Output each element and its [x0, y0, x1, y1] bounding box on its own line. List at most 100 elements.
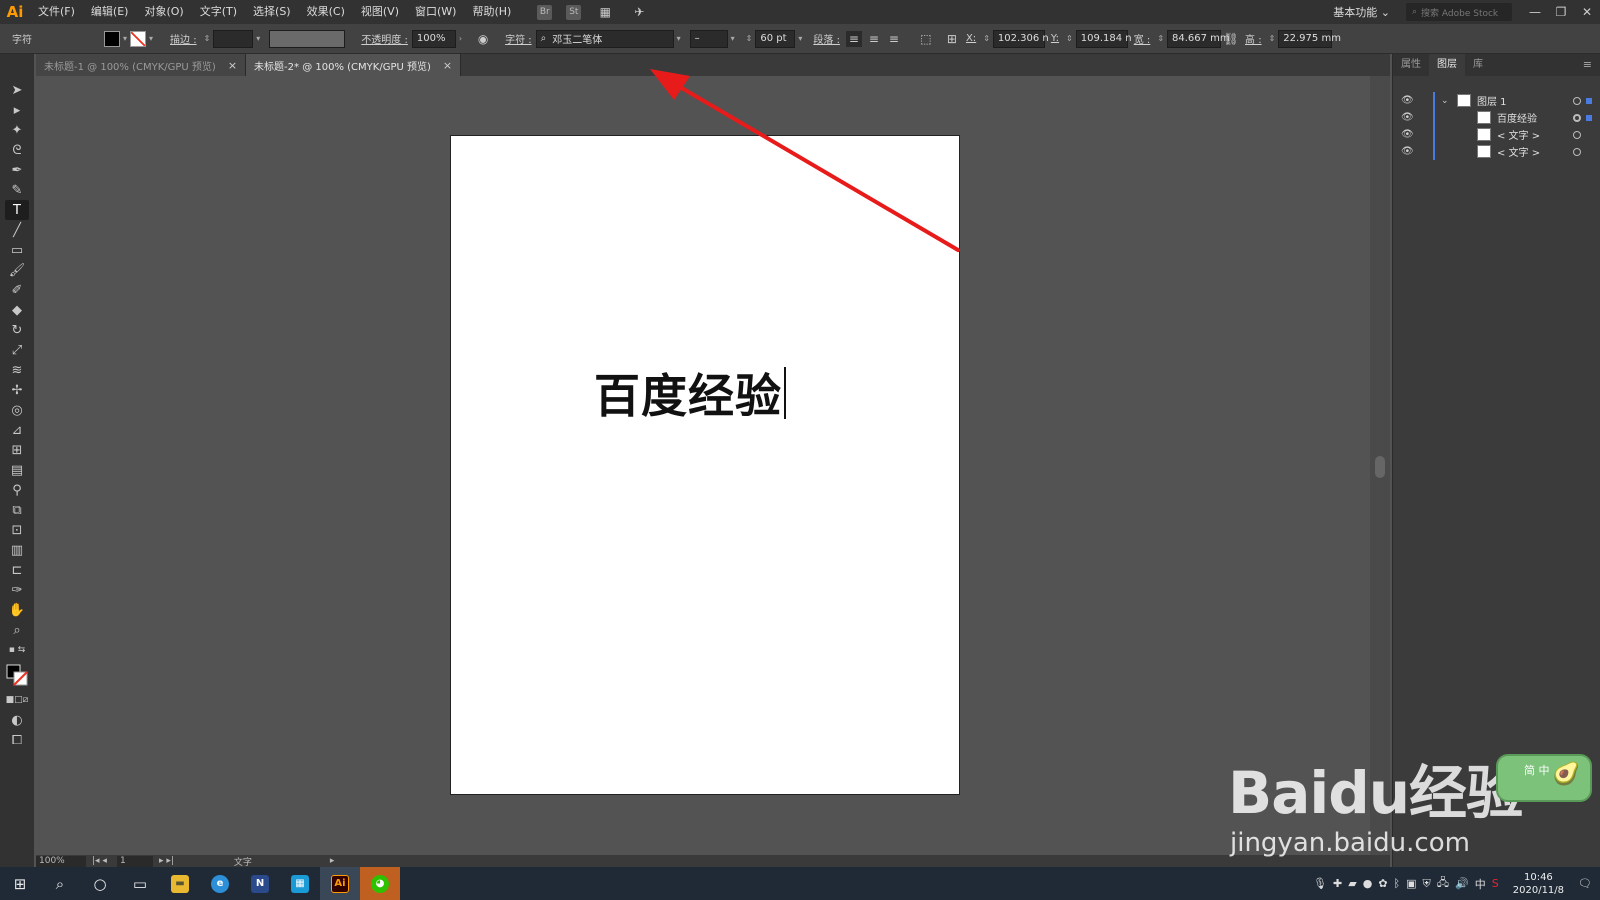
opacity-label[interactable]: 不透明度 : — [361, 31, 408, 46]
variable-width-profile[interactable] — [269, 29, 346, 48]
artboard-text[interactable]: 百度经验 — [594, 360, 782, 426]
chevron-down-icon[interactable]: ▾ — [149, 34, 153, 43]
microphone-icon[interactable]: 🎙 — [1313, 877, 1327, 890]
stroke-swatch[interactable] — [130, 30, 147, 47]
fill-stroke-indicator[interactable] — [5, 660, 29, 690]
layer-row-text-baidu[interactable]: 👁 百度经验 — [1393, 109, 1600, 126]
warp-tool-icon[interactable]: ≋ — [5, 360, 29, 380]
type-tool-icon[interactable]: T — [5, 200, 29, 220]
bridge-icon[interactable]: Br — [537, 4, 553, 20]
app-tray-icon[interactable]: ✚ — [1333, 877, 1342, 890]
illustrator-taskbar-icon[interactable]: Ai — [320, 867, 360, 900]
hand-tool-icon[interactable]: ✋ — [5, 600, 29, 620]
page-nav-icons[interactable]: |◂ ◂ — [92, 856, 107, 866]
shaper-tool-icon[interactable]: ✐ — [5, 280, 29, 300]
drawing-modes-icon[interactable]: ◐ — [5, 710, 29, 730]
rectangle-tool-icon[interactable]: ▭ — [5, 240, 29, 260]
width-input[interactable]: 84.667 mm — [1167, 29, 1230, 48]
close-icon[interactable]: × — [443, 59, 452, 72]
record-icon[interactable]: ● — [1363, 877, 1373, 890]
menu-type[interactable]: 文字(T) — [192, 0, 245, 24]
paragraph-label[interactable]: 段落 : — [813, 31, 840, 46]
align-center-icon[interactable]: ≡ — [866, 31, 882, 47]
scrollbar-thumb[interactable] — [1375, 456, 1385, 478]
artboard-text-object[interactable]: 百度经验 — [594, 360, 786, 426]
artboard[interactable] — [450, 135, 960, 795]
chevron-down-icon[interactable]: ⌄ — [1441, 96, 1449, 106]
chevron-right-icon[interactable]: › — [459, 34, 462, 43]
menu-select[interactable]: 选择(S) — [245, 0, 299, 24]
tab-untitled-1[interactable]: 未标题-1 @ 100% (CMYK/GPU 预览) × — [36, 54, 247, 76]
eye-icon[interactable]: 👁 — [1401, 129, 1414, 140]
selection-tool-icon[interactable]: ➤ — [5, 80, 29, 100]
stepper-icon[interactable]: ⇕ — [746, 34, 753, 43]
close-icon[interactable]: × — [228, 59, 237, 72]
height-input[interactable]: 22.975 mm — [1278, 29, 1341, 48]
zoom-level-field[interactable]: 100% — [36, 855, 86, 867]
arrange-documents-icon[interactable]: ▦ — [597, 4, 613, 20]
tab-layers[interactable]: 图层 — [1429, 54, 1465, 76]
symbol-sprayer-tool-icon[interactable]: ⊡ — [5, 520, 29, 540]
scale-tool-icon[interactable]: ⤢ — [5, 340, 29, 360]
default-fill-stroke-icon[interactable]: ▪ ⇆ — [5, 640, 29, 660]
status-menu-icon[interactable]: ▸ — [330, 856, 335, 866]
stepper-icon[interactable]: ⇕ — [204, 34, 211, 43]
nvidia-icon[interactable]: ▰ — [1348, 877, 1356, 890]
layer-name[interactable]: < 文字 > — [1497, 127, 1540, 142]
slice-tool-icon[interactable]: ✑ — [5, 580, 29, 600]
eraser-tool-icon[interactable]: ◆ — [5, 300, 29, 320]
target-icon[interactable] — [1573, 96, 1581, 105]
opacity-input[interactable]: 100% — [411, 29, 456, 48]
page-nav-next-icons[interactable]: ▸ ▸| — [159, 856, 174, 866]
mesh-tool-icon[interactable]: ⊞ — [5, 440, 29, 460]
stock-search-input[interactable]: ⌕ 搜索 Adobe Stock — [1406, 3, 1512, 21]
network-icon[interactable]: 🖧 — [1437, 874, 1449, 893]
tray-app-icon[interactable]: ✿ — [1378, 877, 1387, 890]
shape-builder-tool-icon[interactable]: ◎ — [5, 400, 29, 420]
menu-window[interactable]: 窗口(W) — [407, 0, 464, 24]
align-left-icon[interactable]: ≡ — [845, 30, 862, 47]
workspace-switcher[interactable]: 基本功能 ⌄ — [1333, 4, 1390, 20]
notifications-icon[interactable]: 🗨 — [1578, 877, 1592, 890]
menu-help[interactable]: 帮助(H) — [464, 0, 519, 24]
file-explorer-icon[interactable]: ▬ — [160, 867, 200, 900]
chevron-down-icon[interactable]: ▾ — [731, 34, 735, 43]
direct-selection-tool-icon[interactable]: ▸ — [5, 100, 29, 120]
wechat-icon[interactable]: ◕ — [360, 867, 400, 900]
bluetooth-icon[interactable]: ᛒ — [1394, 877, 1401, 890]
chevron-down-icon[interactable]: ▾ — [256, 34, 260, 43]
stepper-icon[interactable]: ⇕ — [1157, 34, 1164, 43]
tray-app-icon[interactable]: ▣ — [1406, 877, 1416, 890]
y-input[interactable]: 109.184 n — [1075, 29, 1132, 48]
app-icon[interactable]: N — [240, 867, 280, 900]
character-label[interactable]: 字符 : — [505, 31, 532, 46]
selection-indicator[interactable] — [1586, 114, 1592, 121]
curvature-tool-icon[interactable]: ✎ — [5, 180, 29, 200]
rotate-tool-icon[interactable]: ↻ — [5, 320, 29, 340]
layer-row-text-2[interactable]: 👁 < 文字 > — [1393, 143, 1600, 160]
chevron-down-icon[interactable]: ▾ — [123, 34, 127, 43]
tab-untitled-2[interactable]: 未标题-2* @ 100% (CMYK/GPU 预览) × — [246, 54, 462, 76]
stepper-icon[interactable]: ⇕ — [1269, 34, 1276, 43]
vertical-scrollbar[interactable] — [1370, 76, 1390, 856]
target-icon[interactable] — [1573, 130, 1581, 139]
puppet-warp-tool-icon[interactable]: ✢ — [5, 380, 29, 400]
fill-swatch[interactable] — [104, 30, 120, 47]
layer-name[interactable]: < 文字 > — [1497, 144, 1540, 159]
volume-icon[interactable]: 🔊 — [1455, 877, 1469, 890]
panel-menu-icon[interactable]: ≡ — [1583, 58, 1592, 71]
eye-icon[interactable]: 👁 — [1401, 112, 1414, 123]
cortana-icon[interactable]: ○ — [80, 867, 120, 900]
menu-object[interactable]: 对象(O) — [136, 0, 191, 24]
align-right-icon[interactable]: ≡ — [886, 31, 902, 47]
stepper-icon[interactable]: ⇕ — [1066, 34, 1073, 43]
minimize-button[interactable]: — — [1522, 0, 1548, 24]
task-view-icon[interactable]: ▭ — [120, 867, 160, 900]
menu-view[interactable]: 视图(V) — [353, 0, 407, 24]
edge-icon[interactable]: e — [200, 867, 240, 900]
close-button[interactable]: ✕ — [1574, 0, 1600, 24]
transform-reference-icon[interactable]: ⬚ — [918, 31, 934, 47]
stepper-icon[interactable]: ⇕ — [983, 34, 990, 43]
tab-properties[interactable]: 属性 — [1393, 54, 1429, 76]
screen-mode-icon[interactable]: ⧠ — [5, 730, 29, 750]
